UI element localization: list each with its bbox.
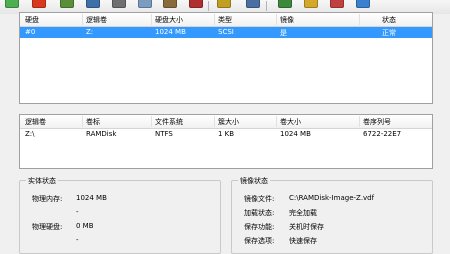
image-icon[interactable] xyxy=(278,0,292,8)
volume-cluster: 1 KB xyxy=(218,130,235,138)
disk-size: 1024 MB xyxy=(155,28,186,36)
col-volume[interactable]: 逻辑卷 xyxy=(86,15,107,25)
entity-status-title: 实体状态 xyxy=(26,176,58,186)
settings-icon[interactable] xyxy=(246,0,260,8)
entity-status-group: 实体状态 物理内存: 1024 MB - 物理硬盘: 0 MB - xyxy=(19,176,221,254)
col-image[interactable]: 镜像 xyxy=(280,15,294,25)
save-option-value: 快速保存 xyxy=(289,237,317,245)
export-icon[interactable] xyxy=(330,0,344,8)
search-icon[interactable] xyxy=(217,0,231,8)
image-file-value: C:\RAMDisk-Image-Z.vdf xyxy=(289,194,375,202)
save-function-label: 保存功能: xyxy=(244,223,275,231)
disk-copy-icon[interactable] xyxy=(138,0,152,8)
folder-icon[interactable] xyxy=(304,0,318,8)
load-status-label: 加载状态: xyxy=(244,209,275,217)
disk-remove-red-icon[interactable] xyxy=(32,0,46,8)
disk-label: 物理硬盘: xyxy=(32,223,63,231)
disk-sub-value: - xyxy=(76,236,79,244)
col-label[interactable]: 卷标 xyxy=(86,117,100,127)
disk-id: #0 xyxy=(25,28,36,36)
save-function-value: 关机时保存 xyxy=(289,223,324,231)
col-disk-size[interactable]: 硬盘大小 xyxy=(155,15,183,25)
disk-save-icon[interactable] xyxy=(86,0,100,8)
volume-letter: Z:\ xyxy=(25,130,35,138)
col-type[interactable]: 类型 xyxy=(218,15,232,25)
disk-list[interactable]: 硬盘 逻辑卷 硬盘大小 类型 镜像 状态 #0 Z: 1024 MB SCSI … xyxy=(19,12,433,104)
load-status-value: 完全加载 xyxy=(289,209,317,217)
disk-row[interactable]: #0 Z: 1024 MB SCSI 是 正常 xyxy=(20,27,432,38)
volume-row[interactable]: Z:\ RAMDisk NTFS 1 KB 1024 MB 6722-22E7 xyxy=(20,129,432,140)
disk-load-icon[interactable] xyxy=(112,0,126,8)
memory-label: 物理内存: xyxy=(32,195,63,203)
disk-edit-icon[interactable] xyxy=(60,0,74,8)
toolbar-separator xyxy=(266,1,267,11)
volume-filesystem: NTFS xyxy=(155,130,173,138)
image-status-title: 镜像状态 xyxy=(238,176,270,186)
col-disk[interactable]: 硬盘 xyxy=(25,15,39,25)
disk-type: SCSI xyxy=(218,28,234,36)
disk-add-green-icon[interactable] xyxy=(5,0,19,8)
col-volume[interactable]: 逻辑卷 xyxy=(25,117,46,127)
volume-list[interactable]: 逻辑卷 卷标 文件系统 簇大小 卷大小 卷序列号 Z:\ RAMDisk NTF… xyxy=(19,114,433,169)
help-icon[interactable] xyxy=(356,0,370,8)
disk-value: 0 MB xyxy=(76,222,94,230)
image-status-group: 镜像状态 镜像文件: C:\RAMDisk-Image-Z.vdf 加载状态: … xyxy=(231,176,433,254)
toolbar-separator xyxy=(208,1,209,11)
memory-value: 1024 MB xyxy=(76,194,107,202)
volume-label: RAMDisk xyxy=(86,130,117,138)
disk-volume: Z: xyxy=(86,28,94,36)
col-volume-size[interactable]: 卷大小 xyxy=(280,117,301,127)
disk-list-header: 硬盘 逻辑卷 硬盘大小 类型 镜像 状态 xyxy=(20,13,432,27)
volume-list-header: 逻辑卷 卷标 文件系统 簇大小 卷大小 卷序列号 xyxy=(20,115,432,129)
col-serial[interactable]: 卷序列号 xyxy=(363,117,391,127)
memory-sub-value: - xyxy=(76,208,79,216)
disk-lock-icon[interactable] xyxy=(163,0,177,8)
save-option-label: 保存选项: xyxy=(244,237,275,245)
disk-image: 是 xyxy=(280,29,287,37)
col-filesystem[interactable]: 文件系统 xyxy=(155,117,183,127)
volume-serial: 6722-22E7 xyxy=(363,130,402,138)
col-status[interactable]: 状态 xyxy=(382,15,396,25)
image-file-label: 镜像文件: xyxy=(244,195,275,203)
disk-status: 正常 xyxy=(382,29,396,37)
volume-size: 1024 MB xyxy=(280,130,311,138)
col-cluster-size[interactable]: 簇大小 xyxy=(218,117,239,127)
disk-delete-icon[interactable] xyxy=(189,0,203,8)
